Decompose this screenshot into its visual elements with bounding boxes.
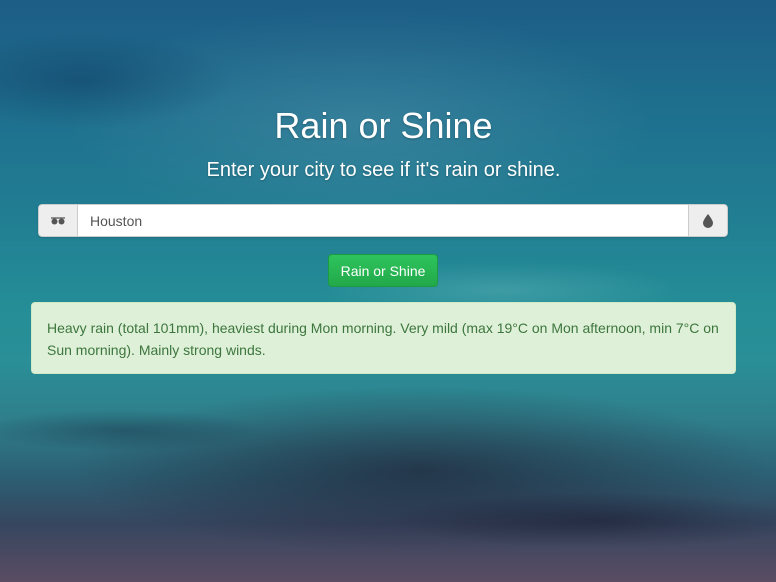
forecast-result-alert: Heavy rain (total 101mm), heaviest durin… [31, 302, 736, 374]
rain-or-shine-button[interactable]: Rain or Shine [328, 254, 438, 287]
sunglasses-icon [38, 204, 77, 237]
page-title: Rain or Shine [274, 105, 493, 146]
background-image [0, 0, 776, 582]
city-search-group [38, 204, 728, 237]
city-input[interactable] [77, 204, 689, 237]
page-subtitle: Enter your city to see if it's rain or s… [206, 159, 561, 181]
raindrop-icon [689, 204, 728, 237]
main-container: Rain or Shine Enter your city to see if … [31, 100, 736, 374]
